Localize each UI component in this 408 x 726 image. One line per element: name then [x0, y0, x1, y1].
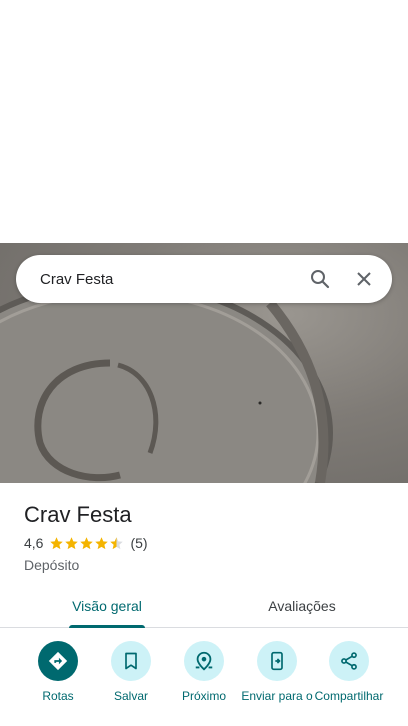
place-name: Crav Festa — [24, 502, 132, 527]
tab-active-indicator — [69, 625, 145, 628]
nearby-label: Próximo — [181, 689, 226, 703]
share-button[interactable]: Compartilhar — [313, 641, 385, 703]
rating-value: 4,6 — [24, 535, 44, 551]
place-category: Depósito — [24, 557, 80, 573]
rating-stars — [49, 536, 124, 551]
place-info: Crav Festa 4,6 (5) Depósito — [24, 501, 148, 573]
close-icon[interactable] — [342, 257, 386, 301]
star-half-icon — [109, 536, 124, 551]
directions-icon — [38, 641, 78, 681]
bookmark-icon — [111, 641, 151, 681]
directions-label: Rotas — [42, 689, 74, 703]
nearby-icon — [184, 641, 224, 681]
share-label: Compartilhar — [314, 689, 384, 703]
directions-button[interactable]: Rotas — [22, 641, 94, 703]
send-to-phone-button[interactable]: Enviar para o — [241, 641, 313, 703]
rating-row[interactable]: 4,6 (5) — [24, 535, 148, 551]
share-icon — [329, 641, 369, 681]
blank-area — [0, 0, 408, 243]
star-icon — [94, 536, 109, 551]
tab-bar: Visão geral Avaliações — [0, 585, 408, 628]
star-icon — [49, 536, 64, 551]
save-button[interactable]: Salvar — [95, 641, 167, 703]
nearby-button[interactable]: Próximo — [168, 641, 240, 703]
tab-overview-label: Visão geral — [72, 598, 142, 614]
star-icon — [64, 536, 79, 551]
review-count: (5) — [130, 535, 148, 551]
action-bar: Rotas Salvar Próximo Enviar para o Compa… — [0, 641, 408, 726]
tab-overview[interactable]: Visão geral — [37, 585, 177, 628]
search-icon[interactable] — [298, 257, 342, 301]
save-label: Salvar — [113, 689, 148, 703]
search-query[interactable]: Crav Festa — [16, 271, 298, 288]
tab-reviews[interactable]: Avaliações — [232, 585, 372, 627]
star-icon — [79, 536, 94, 551]
send-to-phone-label: Enviar para o — [241, 689, 313, 703]
search-bar[interactable]: Crav Festa — [16, 255, 392, 303]
send-to-phone-icon — [257, 641, 297, 681]
tab-reviews-label: Avaliações — [268, 598, 336, 614]
